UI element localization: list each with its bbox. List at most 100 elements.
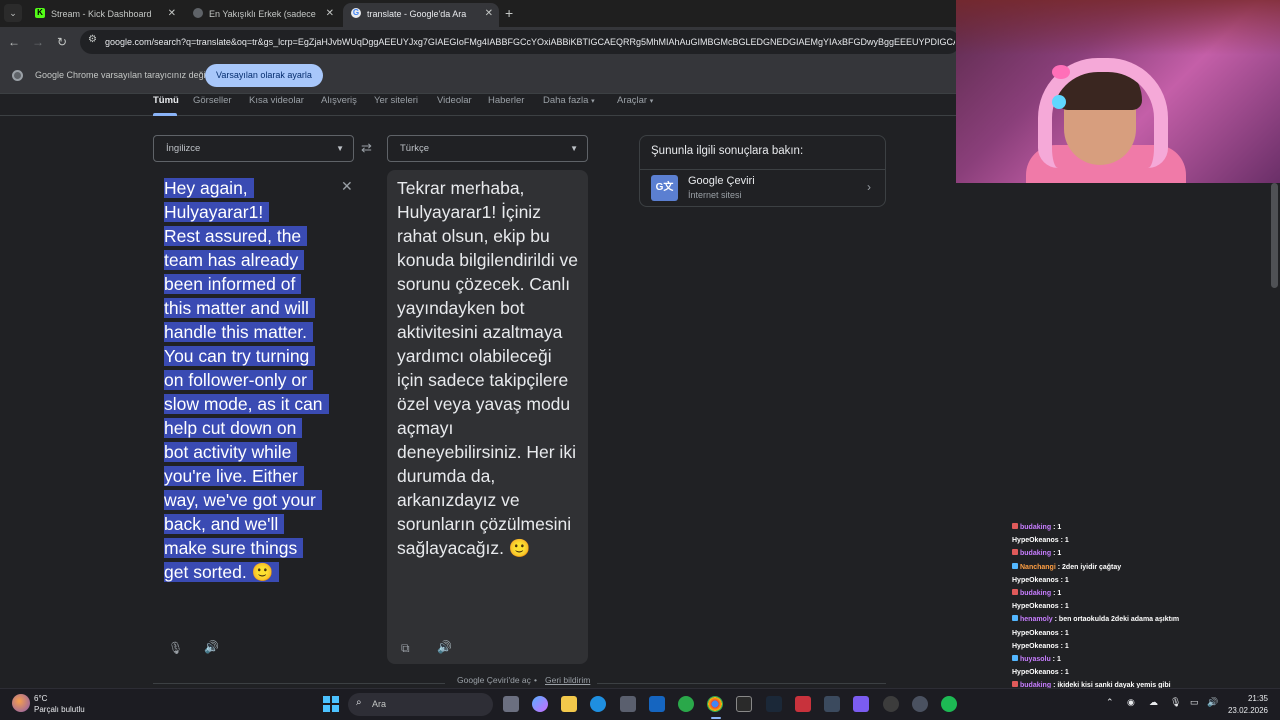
close-icon[interactable]: ✕ — [485, 3, 493, 25]
source-text-line[interactable]: you're live. Either — [164, 466, 304, 486]
copilot-icon[interactable] — [532, 696, 548, 712]
chat-username: huyasolu — [1020, 656, 1051, 663]
forward-arrow-icon[interactable]: → — [29, 33, 47, 51]
chevron-right-icon[interactable]: › — [867, 180, 871, 194]
chat-text: 1 — [1064, 537, 1069, 545]
source-text-panel[interactable]: Hey again, Hulyayarar1! Rest assured, the t… — [153, 170, 366, 664]
source-text-line[interactable]: way, we've got your — [164, 490, 322, 510]
source-text-line[interactable]: Hulyayarar1! — [164, 202, 270, 222]
nav-tab-shopping[interactable]: Alışveriş — [321, 94, 357, 108]
site-info-icon[interactable]: ⚙ — [88, 34, 97, 45]
swap-languages-icon[interactable]: ⇄ — [361, 140, 372, 156]
source-text-line[interactable]: this matter and will — [164, 298, 315, 318]
nav-tab-places[interactable]: Yer siteleri — [374, 94, 418, 108]
nav-tools[interactable]: Araçlar ▾ — [617, 94, 653, 109]
caret-down-icon: ▼ — [336, 144, 344, 153]
infobar-message: Google Chrome varsayılan tarayıcınız değ… — [35, 70, 208, 80]
chat-text: 1 — [1064, 603, 1069, 611]
nav-tab-news[interactable]: Haberler — [488, 94, 524, 108]
source-text-line[interactable]: help cut down on — [164, 418, 303, 438]
chat-message: Nanchangi : 2den iyidir çağtay — [1012, 562, 1121, 573]
address-bar[interactable]: ⚙ google.com/search?q=translate&oq=tr&gs… — [80, 30, 960, 54]
epic-games-icon[interactable] — [736, 696, 752, 712]
nav-tab-all[interactable]: Tümü — [153, 94, 179, 108]
source-text-line[interactable]: get sorted. 🙂 — [164, 562, 280, 582]
clear-text-icon[interactable]: ✕ — [341, 178, 353, 195]
tab-translate-google[interactable]: G translate - Google'da Ara ✕ — [343, 3, 499, 27]
kick-icon: K — [35, 8, 45, 18]
xbox-icon[interactable] — [678, 696, 694, 712]
reload-icon[interactable]: ↻ — [53, 33, 71, 51]
obs-like-icon[interactable] — [853, 696, 869, 712]
nav-tab-images[interactable]: Görseller — [193, 94, 232, 108]
weather-temperature[interactable]: 6°C — [34, 694, 47, 703]
source-textarea[interactable]: Hey again, Hulyayarar1! Rest assured, the t… — [164, 176, 346, 584]
tab-search-chevron-icon[interactable]: ⌄ — [4, 4, 22, 22]
google-translate-icon[interactable]: G文 — [651, 175, 678, 201]
source-text-line[interactable]: Rest assured, the — [164, 226, 308, 246]
source-text-line[interactable]: back, and we'll — [164, 514, 285, 534]
app-icon[interactable] — [824, 696, 840, 712]
source-text-line[interactable]: been informed of — [164, 274, 302, 294]
outlook-icon[interactable] — [649, 696, 665, 712]
file-explorer-icon[interactable] — [561, 696, 577, 712]
new-tab-plus-icon[interactable]: + — [505, 4, 513, 22]
tray-app-icon[interactable]: ◉ — [1127, 697, 1135, 708]
url-text[interactable]: google.com/search?q=translate&oq=tr&gs_l… — [105, 30, 955, 54]
tray-chevron-up-icon[interactable]: ⌃ — [1106, 697, 1114, 708]
obs-icon[interactable] — [883, 696, 899, 712]
edge-icon[interactable] — [590, 696, 606, 712]
microphone-icon[interactable]: 🎙 — [168, 641, 183, 655]
close-icon[interactable]: ✕ — [168, 3, 176, 25]
media-app-icon[interactable] — [795, 696, 811, 712]
task-view-icon[interactable] — [503, 696, 519, 712]
weather-description[interactable]: Parçalı bulutlu — [34, 705, 85, 714]
clock-date[interactable]: 23.02.2026 — [1226, 706, 1268, 715]
source-text-line[interactable]: team has already — [164, 250, 305, 270]
speaker-icon[interactable]: 🔊 — [204, 640, 219, 654]
chat-badge-icon — [1012, 523, 1018, 529]
source-text-line[interactable]: on follower-only or — [164, 370, 313, 390]
chrome-taskbar-icon[interactable] — [707, 696, 723, 712]
related-result-name[interactable]: Google Çeviri — [688, 175, 755, 187]
source-text-line[interactable]: handle this matter. — [164, 322, 313, 342]
steam-icon[interactable] — [766, 696, 782, 712]
weather-icon[interactable] — [12, 694, 30, 712]
source-text-line[interactable]: bot activity while — [164, 442, 298, 462]
source-text-line[interactable]: Hey again, — [164, 178, 254, 198]
app-icon[interactable] — [912, 696, 928, 712]
source-text-line[interactable]: slow mode, as it can — [164, 394, 329, 414]
speaker-icon[interactable]: 🔊 — [437, 640, 452, 654]
target-language-select[interactable]: Türkçe ▼ — [387, 135, 588, 162]
close-icon[interactable]: ✕ — [326, 3, 334, 25]
clock-time[interactable]: 21:35 — [1240, 694, 1268, 703]
caret-down-icon: ▾ — [649, 98, 654, 105]
volume-icon[interactable]: 🔊 — [1207, 697, 1218, 708]
source-text-line[interactable]: make sure things — [164, 538, 304, 558]
feedback-link[interactable]: Geri bildirim — [545, 675, 590, 685]
related-heading: Şununla ilgili sonuçlara bakın: — [651, 145, 804, 157]
page-scrollbar[interactable] — [1271, 183, 1278, 288]
nav-more[interactable]: Daha fazla ▾ — [543, 94, 595, 109]
back-arrow-icon[interactable]: ← — [5, 33, 23, 51]
windows-start-icon[interactable] — [323, 696, 339, 712]
chat-badge-icon — [1012, 615, 1018, 622]
open-in-translate-link[interactable]: Google Çeviri'de aç — [457, 675, 531, 685]
store-icon[interactable] — [620, 696, 636, 712]
nav-tab-videos[interactable]: Videolar — [437, 94, 472, 108]
tab-en-yakisikli[interactable]: En Yakışıklı Erkek (sadece benim ✕ — [185, 3, 340, 27]
set-default-button[interactable]: Varsayılan olarak ayarla — [205, 64, 323, 87]
taskbar-search[interactable]: ⌕ Ara — [348, 693, 493, 716]
source-language-select[interactable]: İngilizce ▼ — [153, 135, 354, 162]
copy-icon[interactable]: ⧉ — [401, 641, 410, 656]
tab-kick-dashboard[interactable]: K Stream - Kick Dashboard ✕ — [27, 3, 182, 27]
source-text-line[interactable]: You can try turning — [164, 346, 316, 366]
spotify-icon[interactable] — [941, 696, 957, 712]
microphone-tray-icon[interactable]: 🎙 — [1170, 697, 1181, 708]
chat-username: HypeOkeanos — [1012, 669, 1059, 677]
network-icon[interactable]: ▭ — [1190, 697, 1199, 708]
chat-badge-icon — [1012, 681, 1018, 688]
nav-tab-short-videos[interactable]: Kısa videolar — [249, 94, 304, 108]
tray-app-icon[interactable]: ☁ — [1149, 697, 1158, 708]
decor-light — [1052, 65, 1070, 79]
